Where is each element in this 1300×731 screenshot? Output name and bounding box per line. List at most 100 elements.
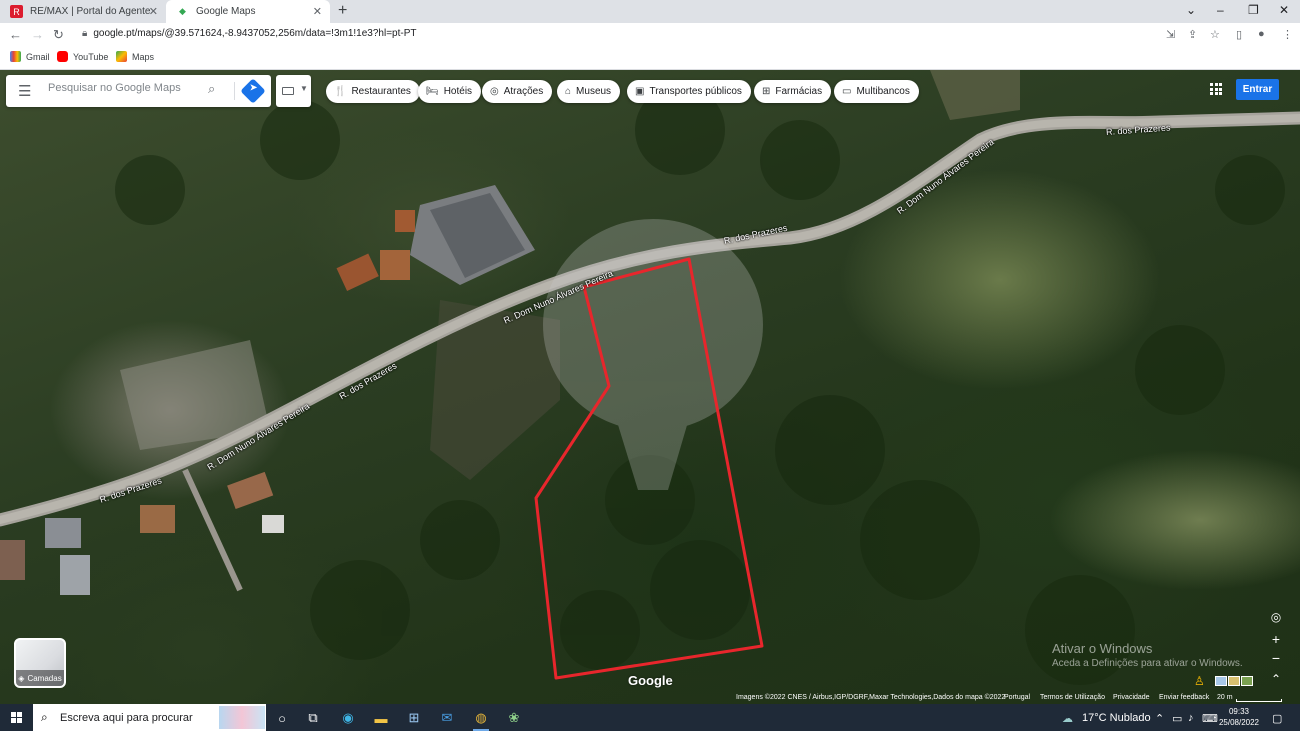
tab-title: Google Maps xyxy=(196,6,256,17)
hamburger-menu-icon[interactable]: ☰ xyxy=(18,82,31,100)
zoom-out-button[interactable]: − xyxy=(1268,650,1284,666)
chip-label: Transportes públicos xyxy=(649,86,742,97)
install-icon[interactable]: ⇲ xyxy=(1166,28,1175,41)
bed-icon: 🛏 xyxy=(426,86,439,97)
fork-knife-icon: 🍴 xyxy=(334,86,347,97)
layers-icon: ◈ xyxy=(18,673,25,683)
mail-icon[interactable]: ✉ xyxy=(437,708,457,728)
chip-label: Farmácias xyxy=(775,86,823,97)
map-imagery xyxy=(0,70,1300,685)
lock-icon: 🔒︎ xyxy=(82,28,88,39)
windows-taskbar: ⌕ Escreva aqui para procurar ○ ⧉ ◉ ▬ ⊞ ✉… xyxy=(0,704,1300,731)
close-tab-icon[interactable]: ✕ xyxy=(313,5,322,18)
sidepanel-icon[interactable]: ▯ xyxy=(1236,28,1242,41)
directions-icon[interactable]: ➤ xyxy=(240,78,266,104)
atm-icon: ▭ xyxy=(842,86,852,97)
minimize-button[interactable]: – xyxy=(1217,3,1224,17)
tab-search-icon[interactable]: ⌄ xyxy=(1186,3,1196,17)
search-icon: ⌕ xyxy=(41,710,48,724)
terms-link[interactable]: Termos de Utilização xyxy=(1040,694,1105,701)
input-tools-button[interactable]: ▼ xyxy=(276,75,311,107)
bookmarks-bar: Gmail YouTube Maps xyxy=(0,47,1300,70)
clock-date: 25/08/2022 xyxy=(1218,718,1260,727)
chip-atracoes[interactable]: ◎ Atrações xyxy=(482,80,553,103)
tilt-icon[interactable]: ⌃ xyxy=(1268,671,1284,687)
layers-button[interactable]: ◈ Camadas xyxy=(14,638,66,688)
chip-restaurantes[interactable]: 🍴 Restaurantes xyxy=(326,80,420,103)
close-tab-icon[interactable]: ✕ xyxy=(149,5,158,18)
search-icon[interactable]: ⌕ xyxy=(208,81,215,97)
bus-icon: ▣ xyxy=(635,86,645,97)
url-text: google.pt/maps/@39.571624,-8.9437052,256… xyxy=(93,28,417,39)
back-button[interactable]: ← xyxy=(9,27,22,42)
menu-dots-icon[interactable]: ⋮ xyxy=(1282,28,1293,41)
maximize-button[interactable]: ❐ xyxy=(1248,3,1259,17)
chip-label: Museus xyxy=(576,86,612,97)
clock-time: 09:33 xyxy=(1228,707,1250,716)
chip-farmacias[interactable]: ⊞ Farmácias xyxy=(754,80,832,103)
search-box: ☰ ⌕ ➤ xyxy=(6,75,271,107)
signin-button[interactable]: Entrar xyxy=(1236,79,1279,100)
weather-text[interactable]: 17°C Nublado xyxy=(1082,712,1151,724)
bookmark-maps[interactable]: Maps xyxy=(116,51,154,62)
feedback-link[interactable]: Enviar feedback xyxy=(1159,694,1209,701)
notifications-icon[interactable]: ▢ xyxy=(1272,712,1282,725)
file-explorer-icon[interactable]: ▬ xyxy=(371,708,391,728)
search-input[interactable] xyxy=(48,82,198,94)
bookmark-star-icon[interactable]: ☆ xyxy=(1210,28,1220,41)
search-divider xyxy=(234,82,235,100)
tab-remax[interactable]: R RE/MAX | Portal do Agente ✕ xyxy=(0,0,166,23)
cortana-icon[interactable]: ○ xyxy=(272,708,292,728)
zoom-in-button[interactable]: + xyxy=(1268,631,1284,647)
tab-title: RE/MAX | Portal do Agente xyxy=(30,6,151,17)
taskbar-search[interactable]: ⌕ Escreva aqui para procurar xyxy=(33,704,266,731)
volume-icon[interactable]: ♪ xyxy=(1188,712,1194,724)
tab-strip: R RE/MAX | Portal do Agente ✕ ◆ Google M… xyxy=(0,0,1300,23)
chip-transportes[interactable]: ▣ Transportes públicos xyxy=(627,80,751,103)
app-icon[interactable]: ❀ xyxy=(504,708,524,728)
profile-icon[interactable]: ● xyxy=(1258,28,1265,40)
imagery-credits: Imagens ©2022 CNES / Airbus,IGP/DGRF,Max… xyxy=(736,694,1006,701)
bookmark-youtube[interactable]: YouTube xyxy=(57,51,108,62)
maps-icon xyxy=(116,51,127,62)
google-apps-icon[interactable] xyxy=(1210,83,1222,95)
weather-icon[interactable]: ☁ xyxy=(1062,712,1073,725)
reload-button[interactable]: ↻ xyxy=(53,27,64,43)
museum-icon: ⌂ xyxy=(565,86,572,97)
chip-museus[interactable]: ⌂ Museus xyxy=(557,80,621,103)
pharmacy-icon: ⊞ xyxy=(762,86,771,97)
chip-label: Atrações xyxy=(503,86,544,97)
edge-icon[interactable]: ◉ xyxy=(338,708,358,728)
satellite-map[interactable]: R. dos Prazeres R. Dom Nuno Álvares Pere… xyxy=(0,70,1300,704)
imagery-thumbnails[interactable] xyxy=(1215,676,1253,686)
close-window-button[interactable]: ✕ xyxy=(1279,3,1289,17)
privacy-link[interactable]: Privacidade xyxy=(1113,694,1150,701)
gmail-icon xyxy=(10,51,21,62)
new-tab-button[interactable]: + xyxy=(338,2,347,20)
store-icon[interactable]: ⊞ xyxy=(404,708,424,728)
chrome-icon[interactable]: ◍ xyxy=(471,708,491,731)
network-icon[interactable]: ▭ xyxy=(1172,712,1182,725)
caret-down-icon: ▼ xyxy=(300,84,308,93)
tray-chevron-icon[interactable]: ⌃ xyxy=(1155,712,1164,725)
map-footer: Imagens ©2022 CNES / Airbus,IGP/DGRF,Max… xyxy=(730,693,1300,704)
my-location-icon[interactable]: ◎ xyxy=(1268,609,1284,625)
task-view-icon[interactable]: ⧉ xyxy=(303,708,323,728)
chip-label: Hotéis xyxy=(443,86,473,97)
windows-start-icon[interactable] xyxy=(11,712,22,723)
tab-google-maps[interactable]: ◆ Google Maps ✕ xyxy=(166,0,330,23)
scale-label[interactable]: 20 m xyxy=(1217,694,1233,701)
pegman-icon[interactable]: ♙ xyxy=(1194,674,1205,688)
address-bar[interactable]: 🔒︎ google.pt/maps/@39.571624,-8.9437052,2… xyxy=(82,28,417,39)
share-icon[interactable]: ⇪ xyxy=(1188,28,1197,41)
chip-multibancos[interactable]: ▭ Multibancos xyxy=(834,80,919,103)
taskbar-clock[interactable]: 09:33 25/08/2022 xyxy=(1214,706,1264,728)
chip-hoteis[interactable]: 🛏 Hotéis xyxy=(418,80,482,103)
country-link[interactable]: Portugal xyxy=(1004,694,1030,701)
bookmark-gmail[interactable]: Gmail xyxy=(10,51,50,62)
google-logo: Google xyxy=(628,673,673,688)
camera-icon: ◎ xyxy=(490,86,499,97)
forward-button[interactable]: → xyxy=(31,27,44,42)
remax-watermark xyxy=(543,219,763,490)
chip-label: Restaurantes xyxy=(351,86,411,97)
